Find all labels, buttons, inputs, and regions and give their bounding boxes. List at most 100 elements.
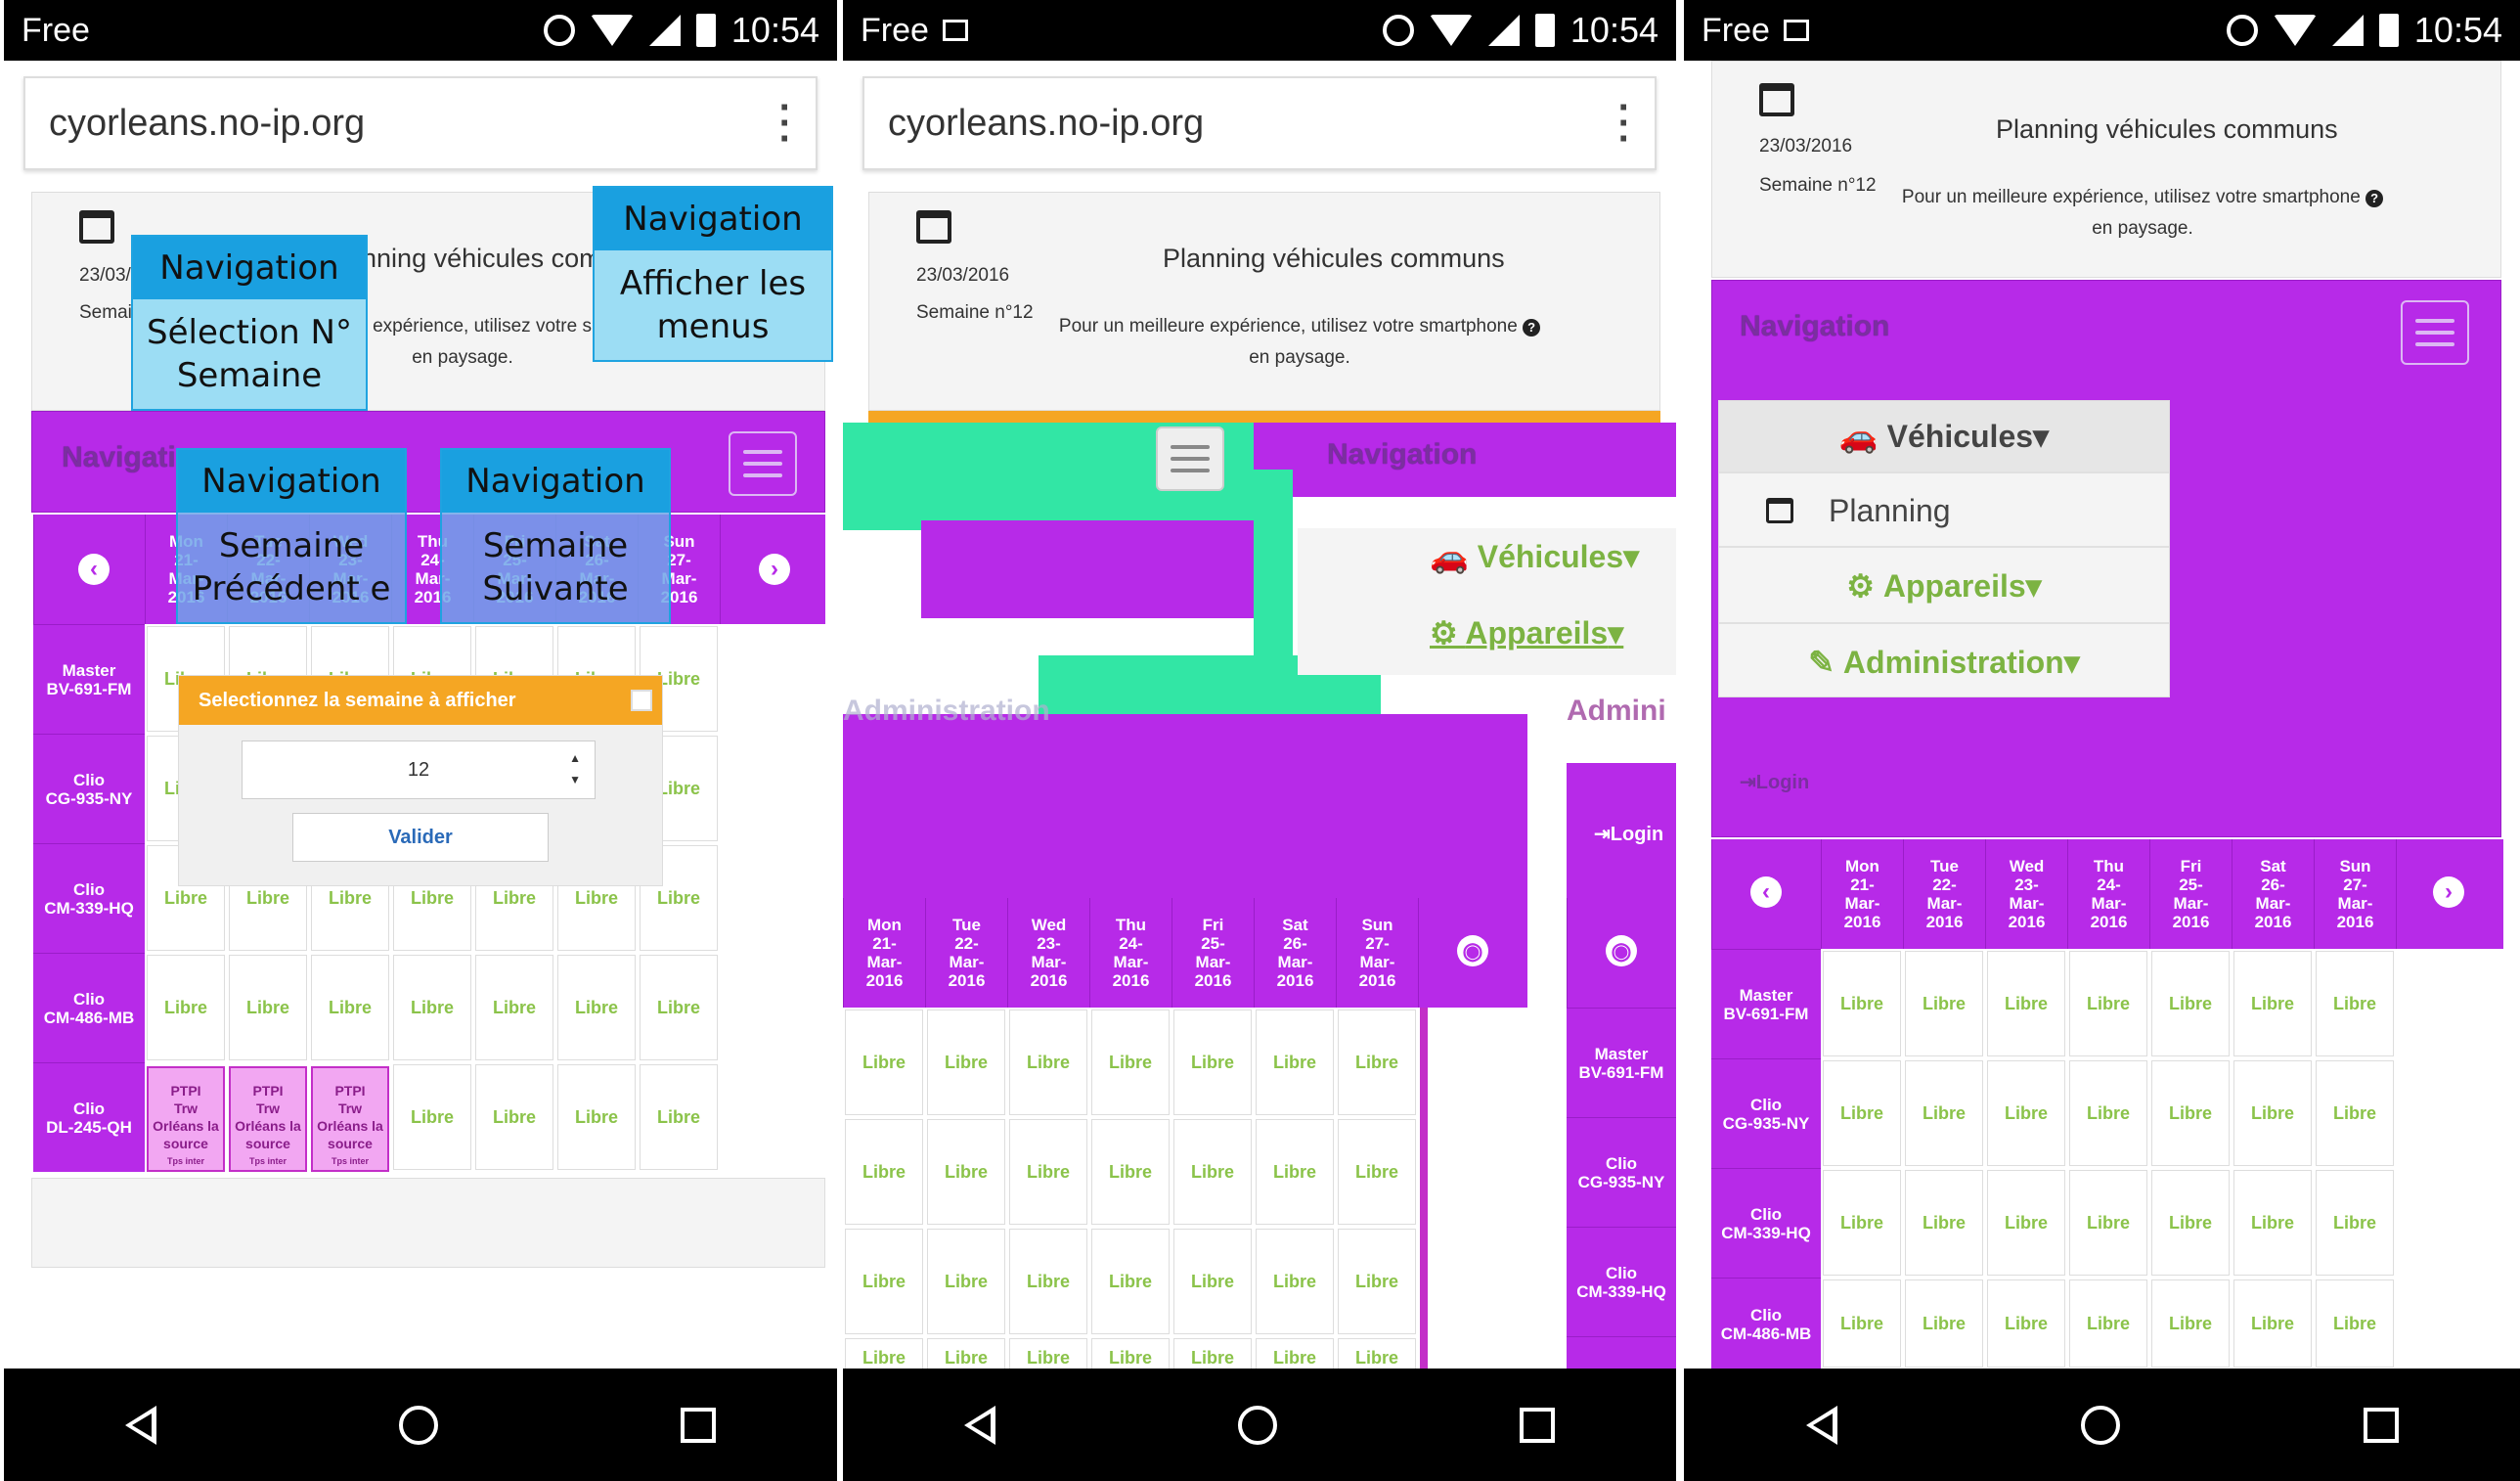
slot-cell[interactable]: Libre (1173, 1229, 1252, 1334)
globe-icon[interactable]: ◉ (1457, 935, 1488, 966)
slot-cell[interactable]: Libre (393, 1064, 471, 1170)
slot-cell[interactable]: Libre (147, 955, 225, 1060)
menu-toggle-button[interactable] (2401, 300, 2469, 365)
slot-cell[interactable]: Libre (2233, 1170, 2312, 1276)
back-icon[interactable] (964, 1405, 995, 1445)
globe-icon[interactable]: ◉ (1606, 935, 1637, 966)
help-icon[interactable]: ? (2365, 190, 2384, 207)
slot-cell[interactable]: Libre (1987, 1170, 2065, 1276)
home-icon[interactable] (2080, 1405, 2120, 1445)
overflow-menu-icon[interactable]: · · · (1618, 88, 1631, 158)
slot-cell[interactable]: Libre (1823, 951, 1901, 1056)
url-bar[interactable]: cyorleans.no-ip.org · · · (23, 76, 818, 170)
slot-cell[interactable]: Libre (393, 955, 471, 1060)
slot-cell[interactable]: Libre (2069, 951, 2147, 1056)
modal-close-checkbox[interactable] (631, 690, 652, 711)
slot-cell[interactable]: Libre (1905, 1060, 1983, 1166)
slot-cell[interactable]: Libre (1091, 1010, 1170, 1115)
slot-cell[interactable]: Libre (557, 1064, 636, 1170)
slot-cell[interactable]: Libre (557, 955, 636, 1060)
slot-cell[interactable]: Libre (927, 1119, 1005, 1225)
slot-cell[interactable]: Libre (1905, 951, 1983, 1056)
slot-cell[interactable]: Libre (1091, 1229, 1170, 1334)
menu-toggle-button[interactable] (729, 431, 797, 496)
menu-appareils[interactable]: ⚙ Appareils▾ (1430, 614, 1623, 651)
navbar-brand[interactable]: Navigation (1740, 310, 1889, 343)
back-icon[interactable] (1805, 1405, 1837, 1445)
overflow-menu-icon[interactable]: · · · (779, 88, 792, 158)
slot-cell[interactable]: Libre (1987, 1060, 2065, 1166)
menu-vehicules[interactable]: 🚗 Véhicules▾ (1719, 401, 2169, 473)
login-link[interactable]: ⇥Login (1740, 770, 1809, 794)
slot-cell[interactable]: Libre (2316, 1170, 2394, 1276)
slot-cell[interactable]: Libre (1987, 951, 2065, 1056)
home-icon[interactable] (1238, 1405, 1277, 1445)
slot-cell[interactable]: Libre (1173, 1119, 1252, 1225)
slot-cell[interactable]: Libre (1338, 1119, 1416, 1225)
slot-cell[interactable]: Libre (1987, 1279, 2065, 1368)
login-link[interactable]: ⇥Login (1594, 822, 1663, 846)
slot-cell[interactable]: Libre (2233, 1060, 2312, 1166)
slot-cell[interactable]: Libre (2151, 1060, 2230, 1166)
slot-cell[interactable]: Libre (927, 1229, 1005, 1334)
slot-cell[interactable]: Libre (640, 955, 718, 1060)
slot-cell[interactable]: Libre (845, 1010, 923, 1115)
recents-icon[interactable] (2363, 1407, 2399, 1443)
slot-cell[interactable]: Libre (1091, 1119, 1170, 1225)
back-icon[interactable] (125, 1405, 156, 1445)
slot-cell[interactable]: Libre (475, 955, 553, 1060)
slot-cell[interactable]: Libre (2233, 1279, 2312, 1368)
calendar-icon[interactable] (916, 210, 951, 244)
slot-cell[interactable]: Libre (2316, 1279, 2394, 1368)
slot-cell[interactable]: Libre (1009, 1010, 1087, 1115)
slot-cell[interactable]: Libre (311, 955, 389, 1060)
slot-cell[interactable]: Libre (2151, 1170, 2230, 1276)
slot-cell[interactable]: Libre (1256, 1229, 1334, 1334)
slot-cell[interactable]: Libre (845, 1119, 923, 1225)
validate-button[interactable]: Valider (292, 813, 549, 862)
menu-toggle-button[interactable] (1156, 426, 1224, 491)
slot-cell[interactable]: Libre (1009, 1119, 1087, 1225)
week-number-input[interactable]: 12 ▲ ▼ (242, 740, 596, 799)
slot-cell[interactable]: Libre (1905, 1279, 1983, 1368)
slot-cell[interactable]: Libre (2316, 951, 2394, 1056)
slot-cell[interactable]: Libre (2316, 1060, 2394, 1166)
slot-cell[interactable]: Libre (1823, 1279, 1901, 1368)
recents-icon[interactable] (1520, 1407, 1555, 1443)
slot-cell[interactable]: Libre (2069, 1170, 2147, 1276)
home-icon[interactable] (399, 1405, 438, 1445)
slot-cell[interactable]: Libre (1256, 1010, 1334, 1115)
slot-cell[interactable]: Libre (229, 955, 307, 1060)
slot-cell[interactable]: Libre (2069, 1060, 2147, 1166)
slot-cell[interactable]: Libre (1905, 1170, 1983, 1276)
booking-cell[interactable]: PTPI Trw Orléans la source Tps inter (229, 1066, 307, 1172)
booking-cell[interactable]: PTPI Trw Orléans la source Tps inter (147, 1066, 225, 1172)
slot-cell[interactable]: Libre (927, 1010, 1005, 1115)
slot-cell[interactable]: Libre (1009, 1229, 1087, 1334)
slot-cell[interactable]: Libre (2151, 951, 2230, 1056)
slot-cell[interactable]: Libre (640, 1064, 718, 1170)
slot-cell[interactable]: Libre (845, 1229, 923, 1334)
navbar-brand[interactable]: Navigation (1327, 438, 1477, 471)
prev-week-icon[interactable]: ‹ (78, 554, 110, 585)
slot-cell[interactable]: Libre (2069, 1279, 2147, 1368)
slot-cell[interactable]: Libre (2151, 1279, 2230, 1368)
slot-cell[interactable]: Libre (1823, 1060, 1901, 1166)
booking-cell[interactable]: PTPI Trw Orléans la source Tps inter (311, 1066, 389, 1172)
menu-appareils[interactable]: ⚙ Appareils▾ (1719, 550, 2169, 624)
help-icon[interactable]: ? (1523, 319, 1541, 337)
next-week-icon[interactable]: › (759, 554, 790, 585)
menu-administration[interactable]: ✎ Administration ▾ (1719, 626, 2169, 698)
next-week-icon[interactable]: › (2433, 876, 2464, 908)
slot-cell[interactable]: Libre (1338, 1229, 1416, 1334)
slot-cell[interactable]: Libre (1256, 1119, 1334, 1225)
calendar-icon[interactable] (1759, 83, 1794, 116)
slot-cell[interactable]: Libre (475, 1064, 553, 1170)
menu-vehicules[interactable]: 🚗 Véhicules▾ (1430, 538, 1639, 575)
menu-planning[interactable]: Planning (1719, 475, 2169, 548)
calendar-icon[interactable] (79, 210, 114, 244)
url-bar[interactable]: cyorleans.no-ip.org · · · (862, 76, 1657, 170)
prev-week-icon[interactable]: ‹ (1750, 876, 1782, 908)
slot-cell[interactable]: Libre (1338, 1010, 1416, 1115)
recents-icon[interactable] (681, 1407, 716, 1443)
